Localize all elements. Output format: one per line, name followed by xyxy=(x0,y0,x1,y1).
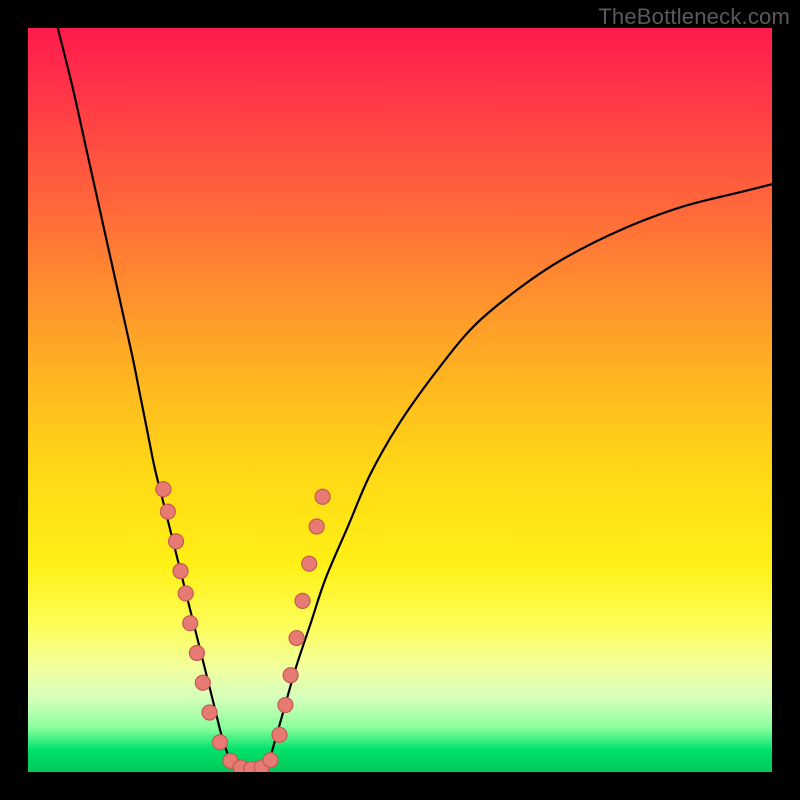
scatter-dot xyxy=(295,593,310,608)
chart-plot-area xyxy=(28,28,772,772)
scatter-dot xyxy=(189,645,204,660)
curve-right xyxy=(266,184,772,772)
scatter-dot xyxy=(178,586,193,601)
chart-frame: TheBottleneck.com xyxy=(0,0,800,800)
scatter-dots xyxy=(156,482,330,772)
scatter-dot xyxy=(183,616,198,631)
scatter-dot xyxy=(202,705,217,720)
scatter-dot xyxy=(315,489,330,504)
scatter-dot xyxy=(283,668,298,683)
scatter-dot xyxy=(263,753,278,768)
scatter-dot xyxy=(309,519,324,534)
scatter-dot xyxy=(160,504,175,519)
scatter-dot xyxy=(212,735,227,750)
scatter-dot xyxy=(278,698,293,713)
scatter-dot xyxy=(195,675,210,690)
scatter-dot xyxy=(289,631,304,646)
scatter-dot xyxy=(169,534,184,549)
chart-svg xyxy=(28,28,772,772)
curve-left xyxy=(58,28,237,772)
scatter-dot xyxy=(272,727,287,742)
scatter-dot xyxy=(302,556,317,571)
scatter-dot xyxy=(156,482,171,497)
scatter-dot xyxy=(173,564,188,579)
watermark-text: TheBottleneck.com xyxy=(598,4,790,30)
